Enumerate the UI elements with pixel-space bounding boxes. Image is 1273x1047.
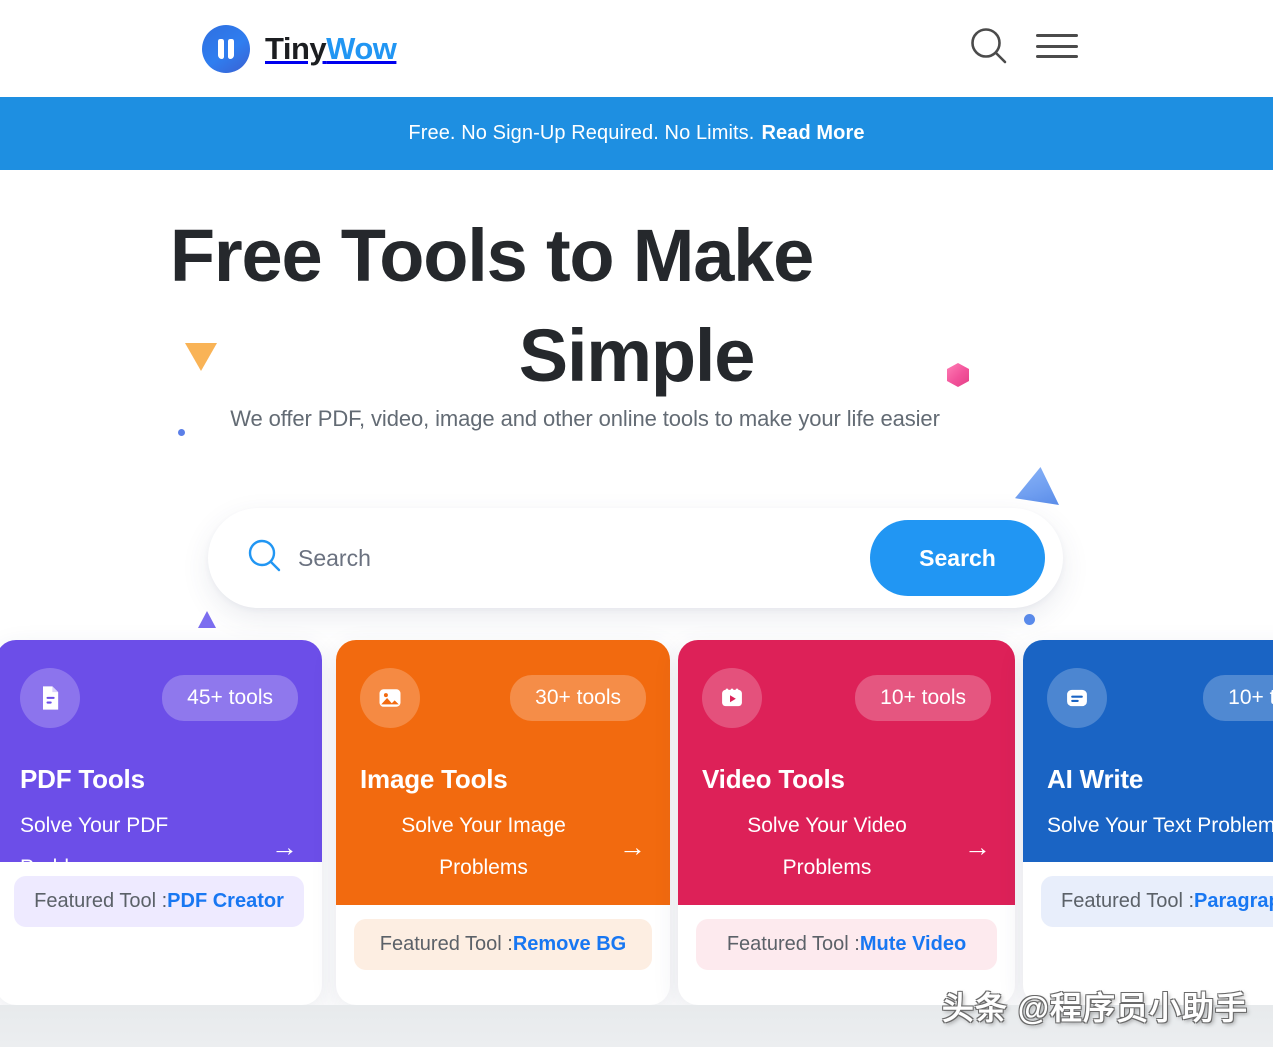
card-subtitle-row: Solve Your PDF Problems →	[20, 805, 298, 889]
card-subtitle-row: Solve Your Video Problems →	[702, 805, 991, 889]
brand-name-tiny: Tiny	[265, 31, 327, 66]
page-title: Free Tools to Make Simple	[0, 206, 1273, 406]
promo-banner: Free. No Sign-Up Required. No Limits. Re…	[0, 97, 1273, 170]
read-more-link[interactable]: Read More	[761, 122, 864, 145]
featured-tool-pill[interactable]: Featured Tool :Paragraph Rewriter	[1041, 876, 1273, 927]
card-title: Video Tools	[702, 764, 845, 794]
card-subtitle: Solve Your Video Problems	[747, 814, 907, 879]
search-icon	[246, 537, 284, 580]
card-subtitle-row: Solve Your Text Problems →	[1047, 805, 1273, 847]
text-lines-icon	[1047, 668, 1107, 728]
card-header: 10+ tools AI Write Solve Your Text Probl…	[1023, 640, 1273, 862]
featured-tool-label: Featured Tool :	[726, 933, 860, 955]
card-subtitle: Solve Your PDF Problems	[20, 814, 169, 879]
tools-count-badge: 10+ tools	[1203, 675, 1273, 721]
header-actions	[968, 25, 1078, 67]
search-bar[interactable]: Search	[208, 508, 1063, 608]
decor-purple-triangle-icon	[198, 611, 216, 628]
hero-subtitle: We offer PDF, video, image and other onl…	[230, 406, 940, 431]
featured-tool-label: Featured Tool :	[379, 933, 513, 955]
featured-tool-label: Featured Tool :	[34, 890, 168, 912]
hamburger-menu-icon[interactable]	[1036, 31, 1078, 61]
featured-tool-link[interactable]: Remove BG	[513, 933, 626, 955]
card-header: 30+ tools Image Tools Solve Your Image P…	[336, 640, 670, 905]
headline-line-1: Free Tools to Make	[169, 214, 814, 297]
card-top-row: 10+ tools	[702, 668, 991, 728]
tools-count-badge: 45+ tools	[162, 675, 298, 721]
arrow-right-icon[interactable]: →	[619, 833, 646, 861]
promo-banner-text: Free. No Sign-Up Required. No Limits.	[408, 122, 755, 144]
card-title: AI Write	[1047, 764, 1144, 794]
card-top-row: 45+ tools	[20, 668, 298, 728]
card-footer: Featured Tool :Paragraph Rewriter	[1023, 862, 1273, 941]
featured-tool-link[interactable]: Mute Video	[860, 933, 966, 955]
card-top-row: 10+ tools	[1047, 668, 1273, 728]
card-title: PDF Tools	[20, 764, 145, 794]
arrow-right-icon[interactable]: →	[271, 833, 298, 861]
image-picture-icon	[360, 668, 420, 728]
tool-category-cards: 45+ tools PDF Tools Solve Your PDF Probl…	[0, 640, 1273, 1005]
pdf-document-icon	[20, 668, 80, 728]
search-icon-button[interactable]	[968, 25, 1010, 67]
search-input[interactable]	[298, 544, 870, 572]
watermark: 头条 @程序员小助手	[941, 990, 1248, 1026]
search-submit-button[interactable]: Search	[870, 520, 1045, 596]
card-subtitle: Solve Your Text Problems	[1047, 814, 1273, 837]
search-icon	[971, 28, 1007, 64]
featured-tool-pill[interactable]: Featured Tool :Remove BG	[354, 919, 652, 970]
card-subtitle: Solve Your Image Problems	[401, 814, 566, 879]
arrow-right-icon[interactable]: →	[964, 833, 991, 861]
hamburger-bar	[1036, 34, 1078, 37]
featured-tool-label: Featured Tool :	[1061, 890, 1195, 912]
card-footer: Featured Tool :Mute Video	[678, 905, 1015, 984]
featured-tool-pill[interactable]: Featured Tool :Mute Video	[696, 919, 997, 970]
card-title: Image Tools	[360, 764, 508, 794]
headline-line-2: Simple	[518, 314, 756, 397]
brand-name-wow: Wow	[326, 31, 397, 66]
card-header: 45+ tools PDF Tools Solve Your PDF Probl…	[0, 640, 322, 879]
hamburger-bar	[1036, 55, 1078, 58]
card-header: 10+ tools Video Tools Solve Your Video P…	[678, 640, 1015, 905]
tools-count-badge: 10+ tools	[855, 675, 991, 721]
site-header: TinyWow	[0, 0, 1273, 97]
brand-logo-link[interactable]: TinyWow	[202, 25, 397, 73]
card-top-row: 30+ tools	[360, 668, 646, 728]
decor-blue-triangle-icon	[1015, 467, 1059, 505]
card-ai-write[interactable]: 10+ tools AI Write Solve Your Text Probl…	[1023, 640, 1273, 1005]
tinywow-logo-icon	[202, 25, 250, 73]
card-pdf-tools[interactable]: 45+ tools PDF Tools Solve Your PDF Probl…	[0, 640, 322, 1005]
brand-name: TinyWow	[265, 31, 397, 67]
hero-section: Free Tools to Make Simple We offer PDF, …	[0, 170, 1273, 640]
hamburger-bar	[1036, 44, 1078, 48]
tinywow-homepage: TinyWow Free. No Sign-Up Required. No Li…	[0, 0, 1273, 1047]
card-image-tools[interactable]: 30+ tools Image Tools Solve Your Image P…	[336, 640, 670, 1005]
featured-tool-link[interactable]: Paragraph Rewriter	[1194, 890, 1273, 912]
video-film-icon	[702, 668, 762, 728]
tools-count-badge: 30+ tools	[510, 675, 646, 721]
card-footer: Featured Tool :Remove BG	[336, 905, 670, 984]
card-video-tools[interactable]: 10+ tools Video Tools Solve Your Video P…	[678, 640, 1015, 1005]
card-subtitle-row: Solve Your Image Problems →	[360, 805, 646, 889]
featured-tool-link[interactable]: PDF Creator	[167, 890, 284, 912]
decor-blue-circle-icon	[1024, 614, 1035, 625]
